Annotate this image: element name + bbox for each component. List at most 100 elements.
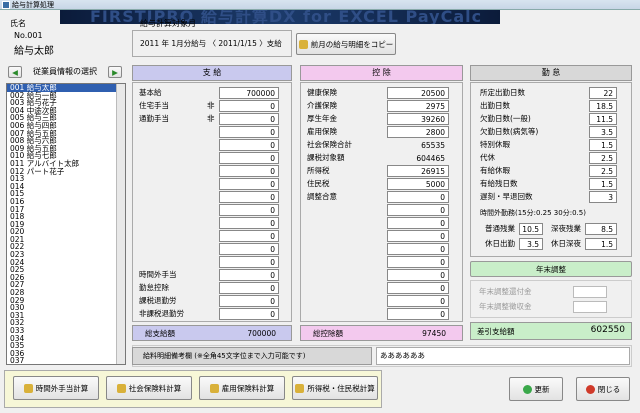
overtime-calc-button[interactable]: 時間外手当計算	[13, 376, 99, 400]
payment-row-input[interactable]: 0	[219, 204, 279, 216]
payment-row-input[interactable]: 0	[219, 191, 279, 203]
income-tax-calc-button[interactable]: 所得税・住民税計算	[292, 376, 378, 400]
overtime-row-label: 休日出勤	[485, 239, 515, 248]
deduction-row-label: 住民税	[307, 179, 330, 188]
payment-row-input[interactable]: 700000	[219, 87, 279, 99]
memo-label-box: 給料明細備考欄 (※全角45文字位まで入力可能です)	[132, 347, 372, 365]
update-label: 更新	[534, 384, 550, 394]
deduction-row-input[interactable]: 0	[387, 217, 449, 229]
attendance-row-label: 有給休暇	[480, 166, 510, 175]
calc-icon	[116, 383, 126, 393]
deduction-row-input[interactable]: 0	[387, 204, 449, 216]
update-button[interactable]: 更新	[509, 377, 563, 401]
payment-row-input[interactable]: 0	[219, 256, 279, 268]
overtime-row-input[interactable]: 10.5	[519, 223, 543, 235]
payment-row-input[interactable]: 0	[219, 217, 279, 229]
employment-insurance-calc-button[interactable]: 雇用保険料計算	[199, 376, 285, 400]
deduction-row-input[interactable]: 20500	[387, 87, 449, 99]
payments-header: 支 給	[132, 65, 292, 81]
copy-prev-month-button[interactable]: 前月の給与明細をコピー	[296, 33, 396, 55]
deduction-row-label: 調整合意	[307, 192, 337, 201]
deduction-row-input[interactable]: 0	[387, 295, 449, 307]
deduction-row-input[interactable]: 39260	[387, 113, 449, 125]
deduction-row-input[interactable]: 0	[387, 191, 449, 203]
payment-row-input[interactable]: 0	[219, 308, 279, 320]
list-scrollbar[interactable]	[116, 84, 125, 364]
payment-row-input[interactable]: 0	[219, 269, 279, 281]
payment-row-label: 時間外手当	[139, 270, 177, 279]
attendance-row-input[interactable]: 2.5	[589, 152, 617, 164]
payment-row-input[interactable]: 0	[219, 113, 279, 125]
social-insurance-calc-button[interactable]: 社会保険料計算	[106, 376, 192, 400]
deduction-row-input[interactable]: 0	[387, 256, 449, 268]
close-button[interactable]: 閉じる	[576, 377, 630, 401]
payment-row-input[interactable]: 0	[219, 165, 279, 177]
deduction-row-value: 65535	[421, 141, 445, 150]
attendance-row-label: 欠勤日数(病気等)	[480, 127, 539, 136]
calc-month-value: 2011 年 1月分給与 〈 2011/1/15 〉支給	[140, 39, 282, 48]
payment-row-input[interactable]: 0	[219, 230, 279, 242]
copy-button-label: 前月の給与明細をコピー	[310, 39, 394, 49]
payment-row-input[interactable]: 0	[219, 295, 279, 307]
deduction-row-label: 介護保険	[307, 101, 337, 110]
payment-row-input[interactable]: 0	[219, 178, 279, 190]
deduction-row-input[interactable]: 5000	[387, 178, 449, 190]
payment-row-input[interactable]: 0	[219, 100, 279, 112]
employee-list[interactable]: 001 給与太郎 002 給与一郎 003 給与花子 004 中途次郎 005 給与三郎…	[6, 83, 126, 365]
attendance-row-input[interactable]: 3	[589, 191, 617, 203]
copy-icon	[298, 39, 308, 49]
year-end-label: 年末調整	[536, 264, 566, 274]
income-tax-calc-label: 所得税・住民税計算	[307, 383, 375, 393]
prev-arrow-icon: ◀	[12, 67, 18, 77]
attendance-header: 勤 怠	[470, 65, 632, 81]
deduction-row-label: 厚生年金	[307, 114, 337, 123]
payment-row-flag: 非	[207, 101, 215, 110]
deduction-row-input[interactable]: 2800	[387, 126, 449, 138]
overtime-row-input[interactable]: 8.5	[585, 223, 617, 235]
memo-input[interactable]: ああああああ	[376, 347, 630, 365]
attendance-row-input[interactable]: 1.5	[589, 178, 617, 190]
calc-icon	[209, 383, 219, 393]
calc-icon	[23, 383, 33, 393]
deduction-row-label: 課税対象額	[307, 153, 345, 162]
deduction-row-input[interactable]: 2975	[387, 100, 449, 112]
attendance-row-input[interactable]: 11.5	[589, 113, 617, 125]
year-end-refund-input[interactable]	[573, 286, 607, 298]
deduction-row-input[interactable]: 0	[387, 269, 449, 281]
payment-row-input[interactable]: 0	[219, 139, 279, 151]
attendance-row-input[interactable]: 3.5	[589, 126, 617, 138]
deduction-row-input[interactable]: 0	[387, 230, 449, 242]
payment-row-input[interactable]: 0	[219, 126, 279, 138]
employee-select-label: 従業員情報の選択	[33, 67, 97, 76]
prev-employee-button[interactable]: ◀	[8, 66, 22, 78]
payment-row-label: 住宅手当	[139, 101, 169, 110]
year-end-collect-label: 年末調整徴収金	[479, 302, 532, 311]
employment-insurance-calc-label: 雇用保険料計算	[221, 383, 275, 393]
attendance-row-label: 欠勤日数(一般)	[480, 114, 531, 123]
attendance-row-input[interactable]: 18.5	[589, 100, 617, 112]
close-label: 閉じる	[597, 384, 621, 394]
overtime-row-label: 深夜残業	[551, 224, 581, 233]
attendance-row-input[interactable]: 22	[589, 87, 617, 99]
attendance-row-input[interactable]: 2.5	[589, 165, 617, 177]
deductions-total-value: 97450	[422, 329, 446, 338]
attendance-row-label: 有給残日数	[480, 179, 518, 188]
attendance-row-input[interactable]: 1.5	[589, 139, 617, 151]
overtime-row-input[interactable]: 1.5	[585, 238, 617, 250]
deduction-row-input[interactable]: 0	[387, 282, 449, 294]
year-end-adjustment-button[interactable]: 年末調整	[470, 261, 632, 277]
deduction-row-input[interactable]: 0	[387, 308, 449, 320]
year-end-collect-input[interactable]	[573, 301, 607, 313]
deduction-row-input[interactable]: 0	[387, 243, 449, 255]
payment-row-input[interactable]: 0	[219, 282, 279, 294]
payment-row-input[interactable]: 0	[219, 243, 279, 255]
employee-name: 給与太郎	[14, 46, 54, 57]
deductions-panel: 健康保険 20500 介護保険 2975 厚生年金 39260 雇用保険 2800 社会保険合計…	[300, 82, 463, 322]
attendance-row-label: 出勤日数	[480, 101, 510, 110]
payment-row-input[interactable]: 0	[219, 152, 279, 164]
name-label: 氏名	[10, 19, 26, 28]
overtime-row-input[interactable]: 3.5	[519, 238, 543, 250]
next-employee-button[interactable]: ▶	[108, 66, 122, 78]
deduction-row-input[interactable]: 26915	[387, 165, 449, 177]
attendance-row-label: 代休	[480, 153, 495, 162]
